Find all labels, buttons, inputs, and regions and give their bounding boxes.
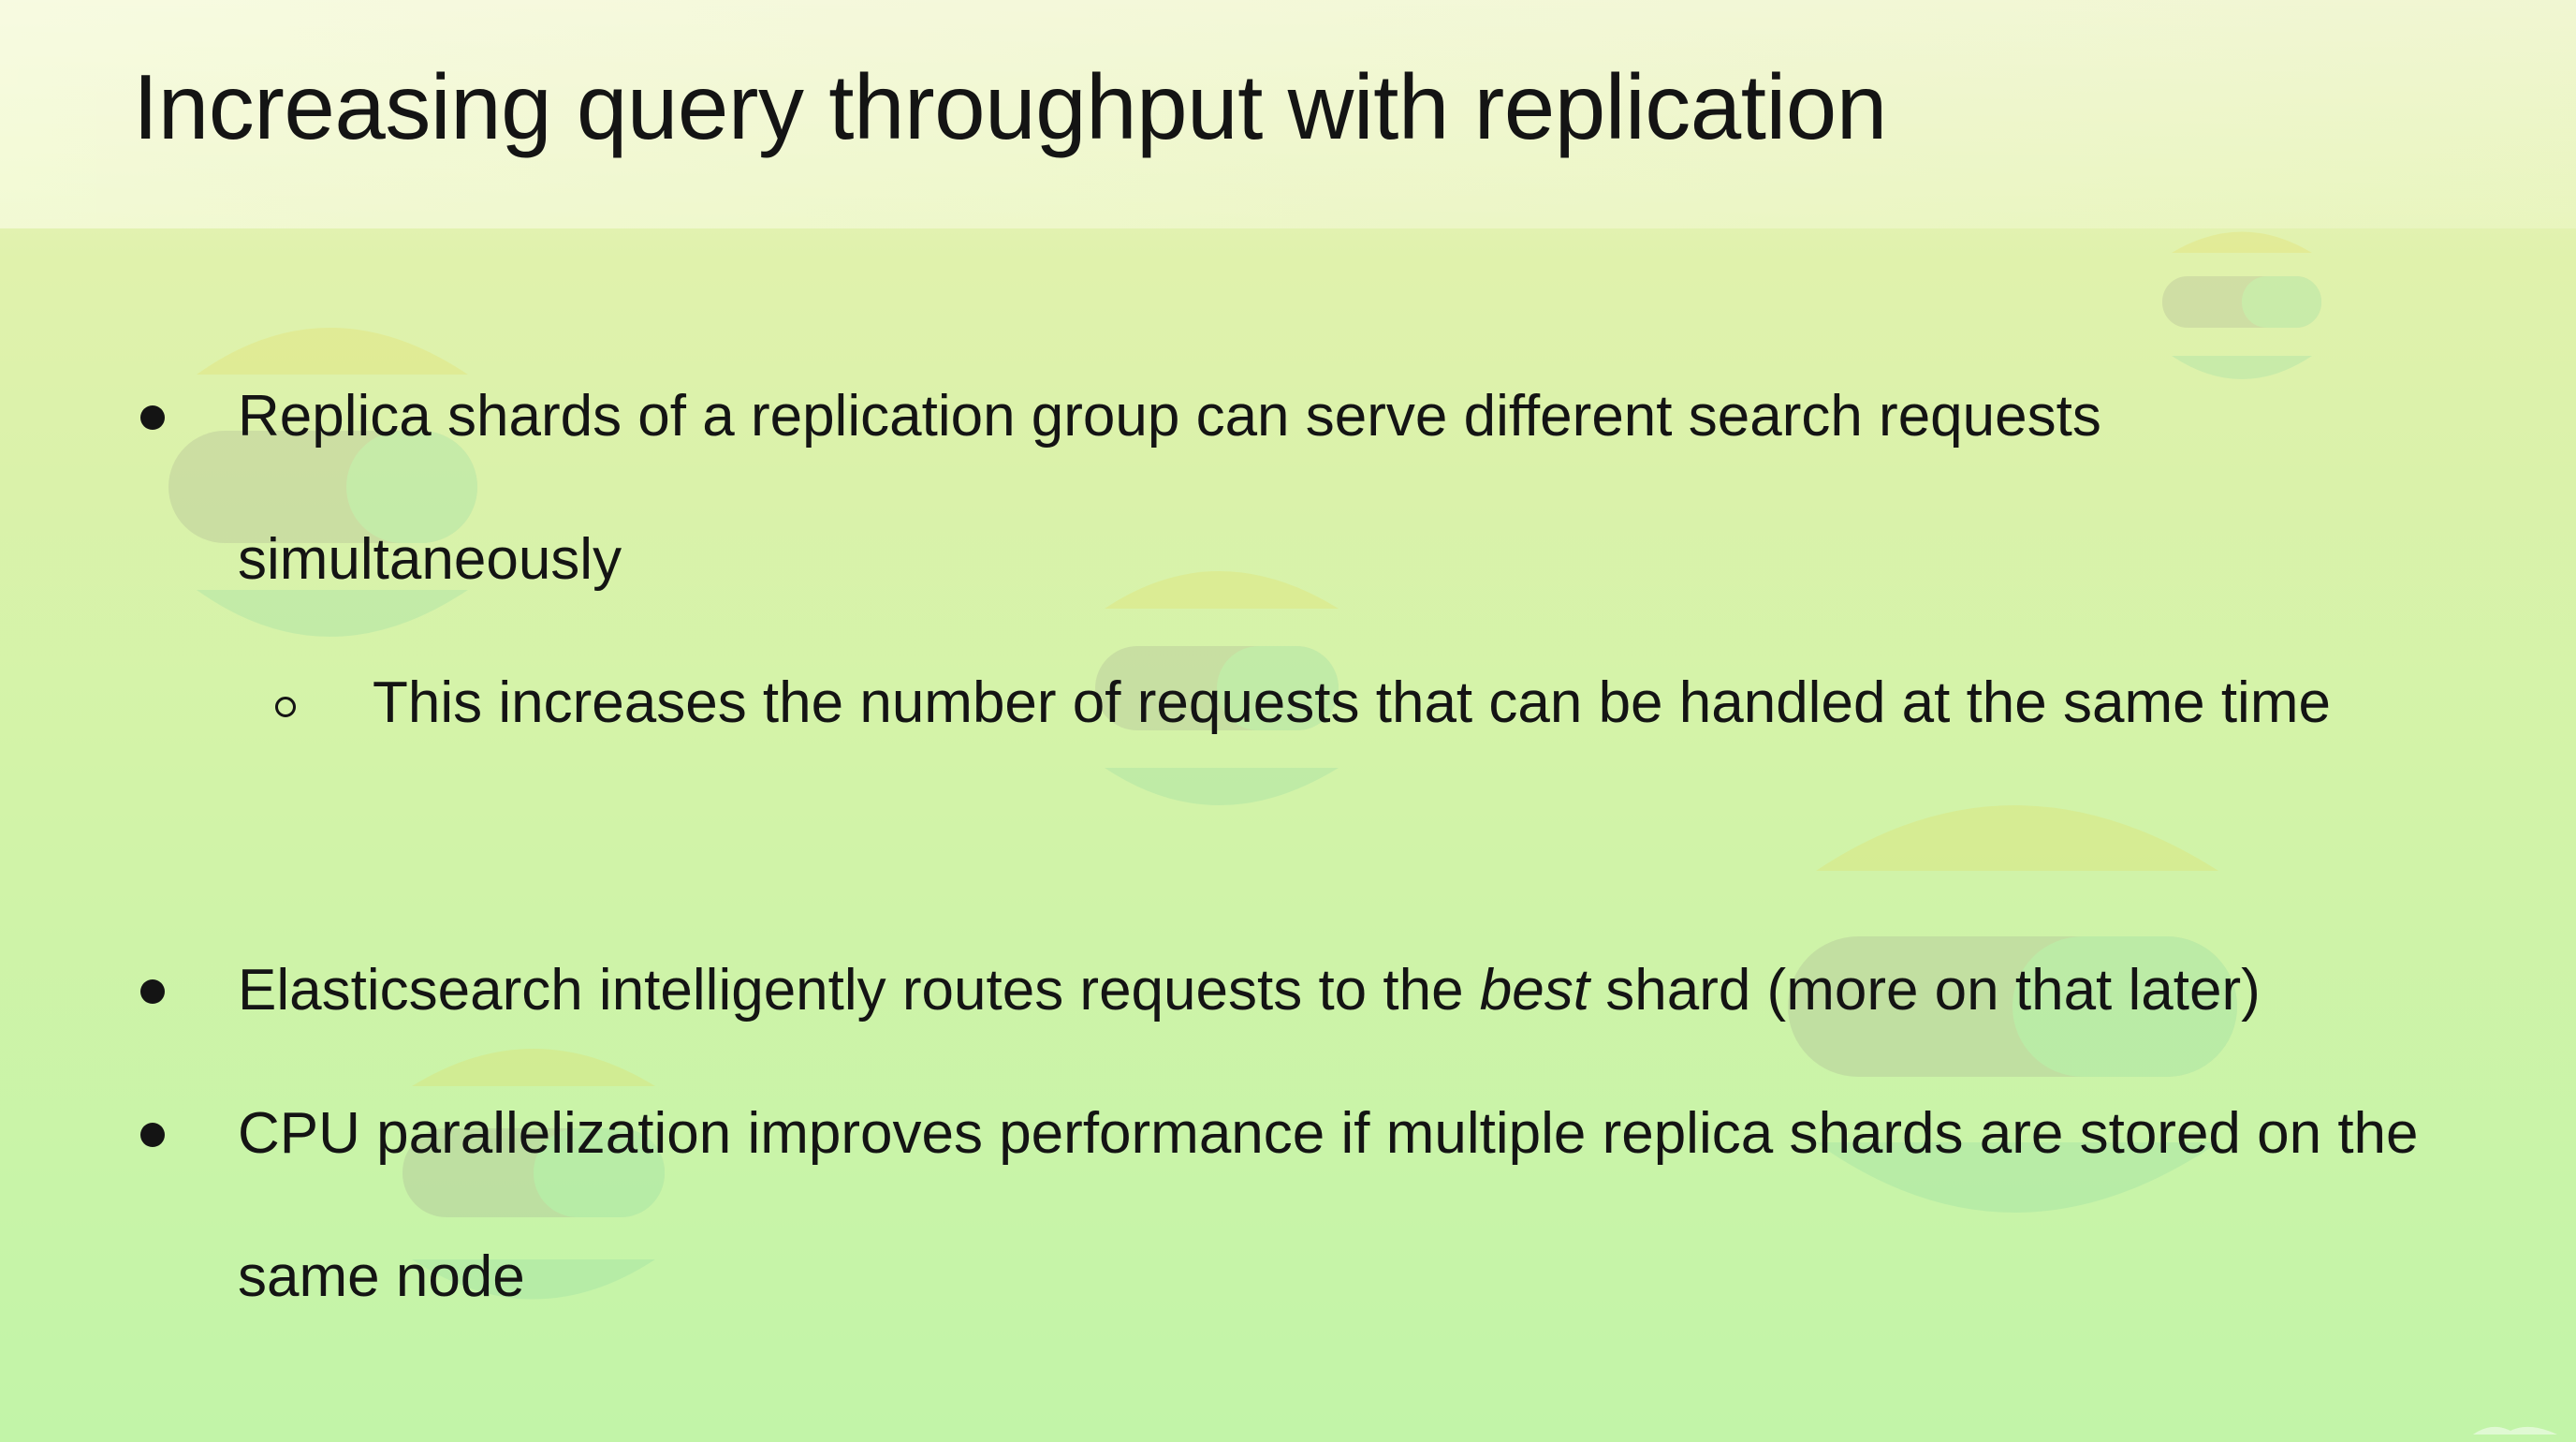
- bullet-marker-icon: [140, 405, 165, 430]
- bullet-marker-icon: [140, 979, 165, 1004]
- bullet-text-emphasis: best: [1479, 958, 1589, 1023]
- bullet-text-part: Elasticsearch intelligently routes reque…: [238, 958, 1480, 1023]
- sub-bullet-text: This increases the number of requests th…: [373, 670, 2331, 735]
- bullet-text: Replica shards of a replication group ca…: [238, 384, 2101, 592]
- corner-logo-icon: [2473, 1426, 2557, 1435]
- bullet-text-part: shard (more on that later): [1589, 958, 2261, 1023]
- slide-title: Increasing query throughput with replica…: [133, 55, 1887, 158]
- sub-bullet-marker-icon: [275, 697, 296, 717]
- bullet-text: CPU parallelization improves performance…: [238, 1101, 2419, 1309]
- bullet-marker-icon: [140, 1123, 165, 1147]
- slide: Increasing query throughput with replica…: [0, 0, 2576, 1442]
- bullet-text: Elasticsearch intelligently routes reque…: [238, 919, 2503, 1062]
